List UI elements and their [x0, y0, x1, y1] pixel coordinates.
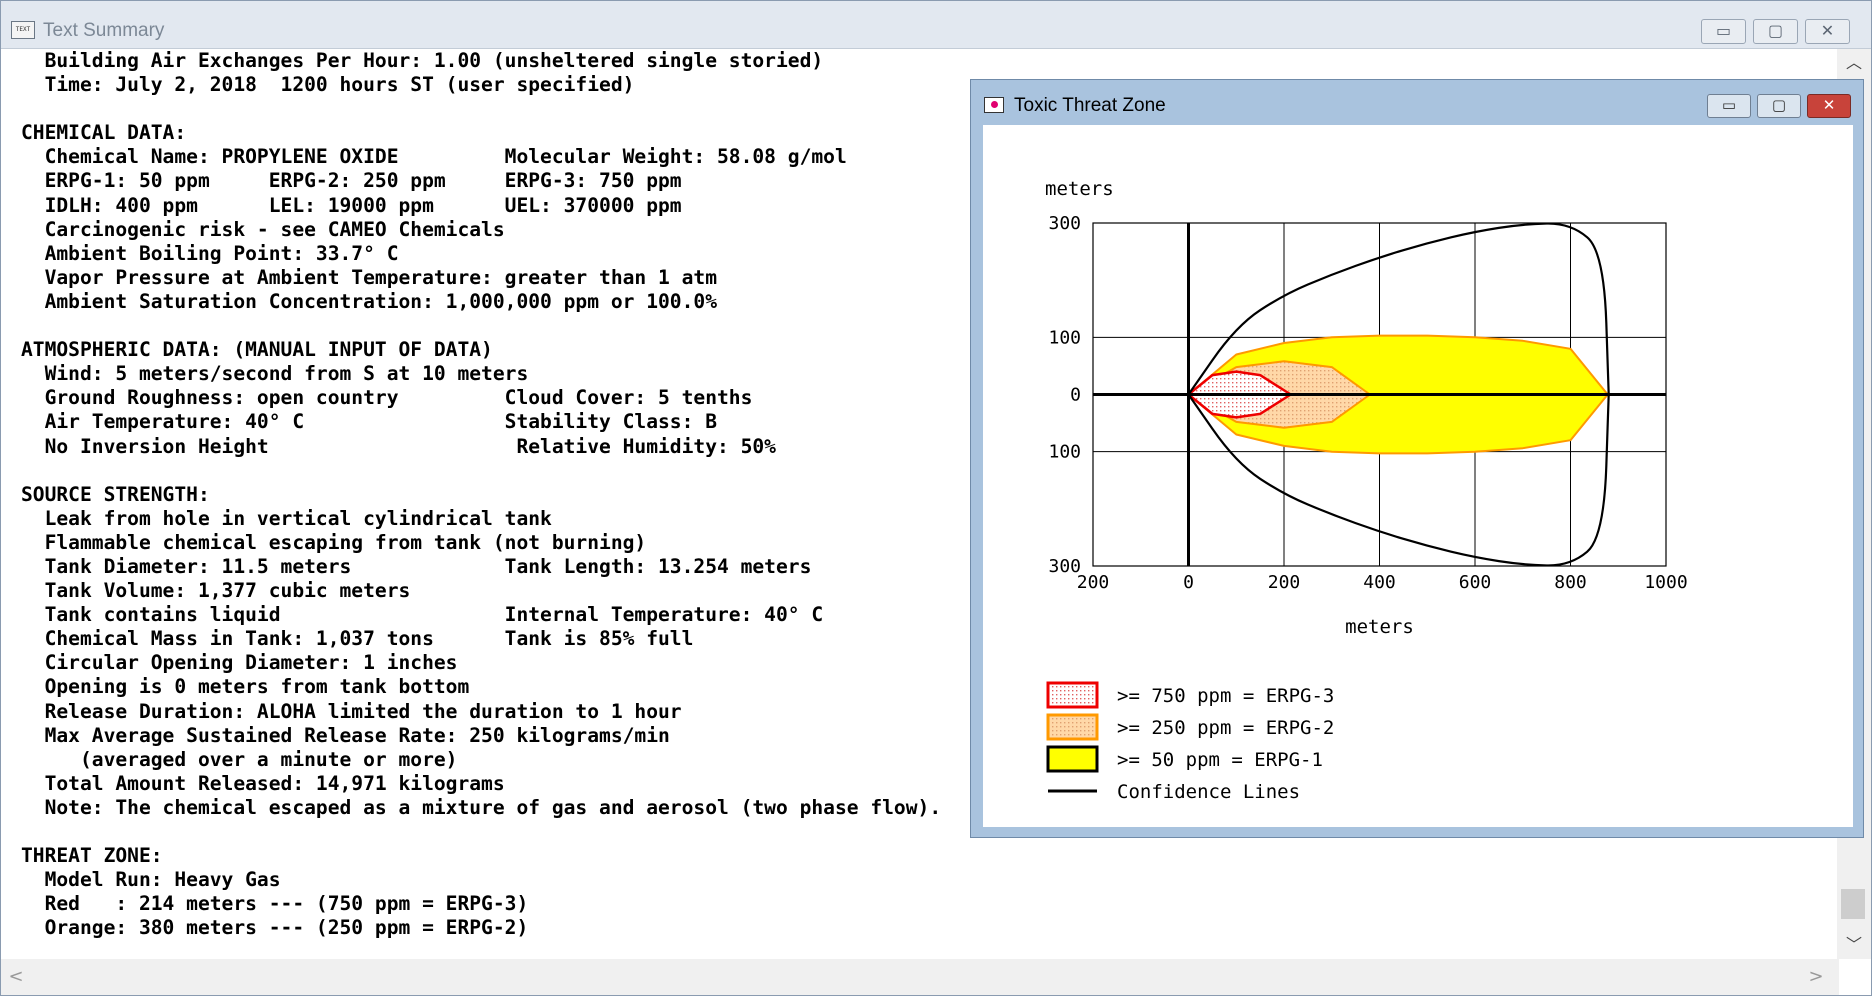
threat-zone-title-bar[interactable]: Toxic Threat Zone ▭ ▢ ✕ — [971, 80, 1863, 124]
minimize-button[interactable]: ▭ — [1701, 19, 1746, 44]
threat-zone-app-icon — [984, 97, 1004, 113]
x-tick-label: 600 — [1459, 572, 1492, 593]
text-app-icon: TEXT — [11, 21, 35, 39]
maximize-button[interactable]: ▢ — [1753, 19, 1798, 44]
scroll-up-icon[interactable]: ︿ — [1837, 49, 1871, 77]
threat-close-button[interactable]: ✕ — [1807, 94, 1851, 118]
threat-minimize-button[interactable]: ▭ — [1707, 94, 1751, 118]
summary-line: Orange: 380 meters --- (250 ppm = ERPG-2… — [21, 916, 529, 940]
y-tick-label: 300 — [1048, 556, 1081, 577]
threat-zone-chart: 200 0 200 400 600 800 10003001000100300metersm… — [1045, 178, 1688, 803]
scroll-down-icon[interactable]: ﹀ — [1837, 931, 1871, 959]
summary-line: THREAT ZONE: — [21, 844, 163, 868]
legend-label: >= 250 ppm = ERPG-2 — [1117, 717, 1334, 739]
legend-label: >= 50 ppm = ERPG-1 — [1117, 749, 1323, 771]
close-button[interactable]: ✕ — [1805, 19, 1850, 44]
horizontal-scrollbar[interactable]: < > — [1, 959, 1839, 995]
y-tick-label: 100 — [1048, 327, 1081, 348]
y-tick-label: 100 — [1048, 442, 1081, 463]
x-tick-label: 400 — [1363, 572, 1396, 593]
y-tick-label: 0 — [1070, 385, 1081, 406]
x-tick-label: 0 — [1183, 572, 1194, 593]
title-bar[interactable]: TEXT Text Summary ▭ ▢ ✕ — [1, 1, 1871, 49]
legend-label: >= 750 ppm = ERPG-3 — [1117, 685, 1334, 707]
y-tick-label: 300 — [1048, 213, 1081, 234]
threat-zone-plot-area: 200 0 200 400 600 800 1000 300 100 0 100 300 meters m… — [983, 125, 1853, 827]
toxic-threat-zone-window[interactable]: Toxic Threat Zone ▭ ▢ ✕ 200 0 200 400 600 800… — [970, 79, 1864, 838]
threat-maximize-button[interactable]: ▢ — [1757, 94, 1801, 118]
scroll-thumb[interactable] — [1841, 889, 1865, 919]
x-tick-label: 1000 — [1644, 572, 1687, 593]
legend-swatch-3 — [1046, 745, 1099, 773]
threat-zone-title: Toxic Threat Zone — [1014, 95, 1166, 116]
x-axis-label: meters — [1345, 616, 1414, 638]
summary-line: Building Air Exchanges Per Hour: 1.00 (u… — [21, 49, 824, 72]
scroll-left-icon[interactable]: < — [1, 959, 31, 995]
summary-line: Red : 214 meters --- (750 ppm = ERPG-3) — [21, 892, 529, 916]
x-tick-label: 200 — [1077, 572, 1110, 593]
window-title: Text Summary — [43, 20, 165, 41]
x-tick-label: 800 — [1554, 572, 1587, 593]
legend-swatch-1 — [1046, 681, 1099, 709]
summary-line: Model Run: Heavy Gas — [21, 868, 281, 892]
legend-swatch-2 — [1046, 713, 1099, 741]
x-tick-label: 200 — [1268, 572, 1301, 593]
y-axis-label: meters — [1045, 178, 1114, 200]
legend-label: Confidence Lines — [1117, 781, 1300, 803]
scroll-right-icon[interactable]: > — [1801, 959, 1831, 995]
